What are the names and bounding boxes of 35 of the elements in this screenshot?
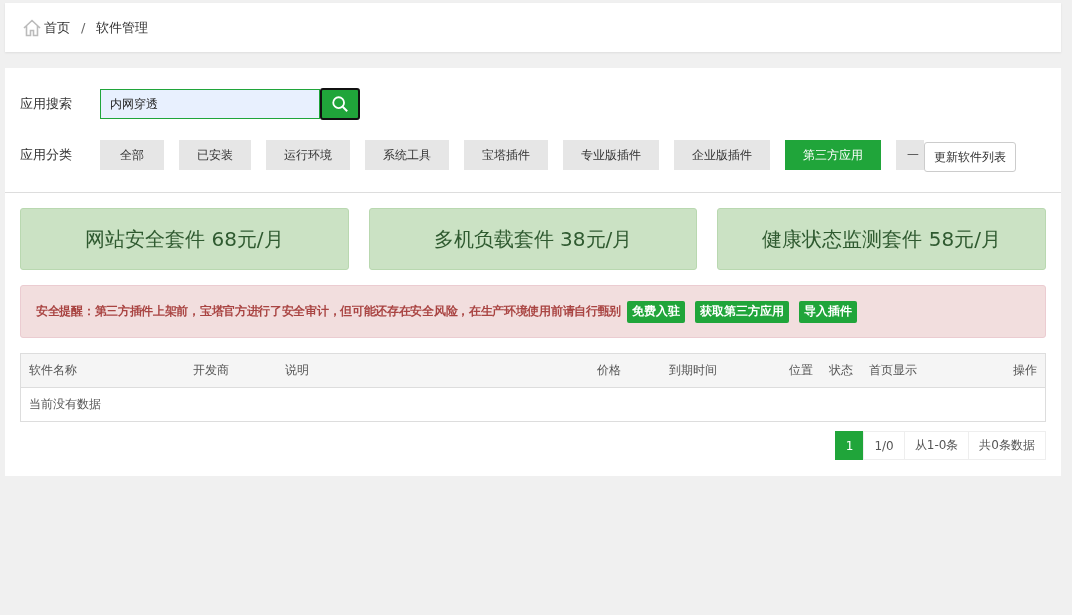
update-list-button[interactable]: 更新软件列表: [924, 142, 1016, 172]
alert-text: 安全提醒：第三方插件上架前，宝塔官方进行了安全审计，但可能还存在安全风险，在生产环境使用前请自行甄别: [36, 303, 621, 320]
pagination-item[interactable]: 1/0: [863, 431, 905, 460]
category-tab[interactable]: 运行环境: [266, 140, 350, 170]
pagination-item[interactable]: 共0条数据: [968, 431, 1046, 460]
pagination-item[interactable]: 从1-0条: [903, 431, 970, 460]
column-header: 软件名称: [29, 362, 78, 379]
column-header: 状态: [829, 362, 854, 379]
category-tab[interactable]: 已安装: [179, 140, 251, 170]
category-tab[interactable]: 宝塔插件: [464, 140, 548, 170]
category-tab[interactable]: 企业版插件: [674, 140, 770, 170]
breadcrumb-link[interactable]: 软件管理: [96, 18, 149, 37]
category-tab[interactable]: 一: [896, 140, 924, 170]
promo-card[interactable]: 健康状态监测套件 58元/月: [717, 208, 1046, 270]
home-icon: [23, 18, 41, 37]
column-header: 价格: [597, 362, 622, 379]
search-label: 应用搜索: [20, 95, 73, 113]
promo-card[interactable]: 多机负载套件 38元/月: [368, 208, 698, 270]
empty-message: 当前没有数据: [29, 396, 101, 413]
search-field[interactable]: 内网穿透: [100, 89, 320, 119]
search-button[interactable]: [320, 88, 360, 120]
category-tab[interactable]: 系统工具: [365, 140, 449, 170]
column-header: 位置: [789, 362, 814, 379]
promo-card[interactable]: 网站安全套件 68元/月: [20, 208, 349, 270]
breadcrumb-link[interactable]: 首页: [44, 18, 70, 37]
breadcrumb-separator: /: [81, 20, 86, 35]
column-header: 首页显示: [869, 362, 918, 379]
column-header: 说明: [285, 362, 310, 379]
category-tab[interactable]: 专业版插件: [563, 140, 659, 170]
column-header: 操作: [1013, 362, 1037, 379]
search-icon: [331, 95, 349, 113]
category-label: 应用分类: [20, 146, 73, 164]
column-header: 开发商: [193, 362, 230, 379]
column-header: 到期时间: [669, 362, 718, 379]
category-tab[interactable]: 全部: [100, 140, 164, 170]
